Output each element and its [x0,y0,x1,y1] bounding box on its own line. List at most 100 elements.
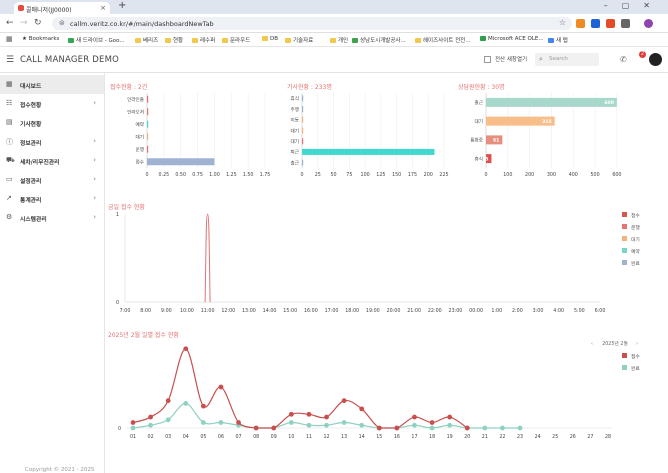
browser-tab[interactable]: 콜매니저(JJ0000) × [14,2,110,14]
sidebar-item-system[interactable]: ⚙ 시스템관리 › [0,208,104,227]
y-tick-label: 대기 [475,118,483,125]
x-tick-label: 02 [148,434,154,440]
bookmark-item[interactable]: 개인 [330,36,348,44]
series-line [132,348,468,429]
x-tick-label: 08 [253,434,259,440]
y-tick-label: 운행 [136,146,144,153]
data-point [130,420,136,425]
phone-icon[interactable]: ✆ [620,55,627,64]
x-tick-label: 75 [346,172,352,178]
bar [302,127,304,134]
sidebar-item-drivers[interactable]: ▤ 기사현황 [0,113,104,132]
window-controls[interactable]: –▢✕ [604,1,664,10]
x-tick-label: 12 [323,434,329,440]
sidebar-item-dashboard[interactable]: ▦ 대시보드 [0,75,104,94]
extension-icon[interactable] [606,19,615,28]
x-tick-label: 13:00 [242,308,256,314]
x-tick-label: 26 [570,434,576,440]
x-tick-label: 11 [306,434,312,440]
data-point [218,384,224,390]
bar [302,138,304,145]
x-tick-label: 23:00 [449,308,463,314]
bookmark-item[interactable]: 레수퍼 [192,36,215,44]
url-input[interactable]: ⊜ callm.veritz.co.kr/#/main/dashboardNew… [52,17,572,30]
x-tick-label: 0 [145,172,148,178]
avatar[interactable] [649,53,662,66]
close-tab-icon[interactable]: × [100,4,106,12]
y-tick-label: 접수 [136,159,144,166]
bookmark-item[interactable]: ★ Bookmarks [22,36,59,42]
legend-label: 접수 [631,353,640,360]
bookmark-item[interactable]: 성남도시개발공사... [352,36,406,44]
chevron-right-icon: › [93,213,96,221]
x-tick-label: 10 [288,434,294,440]
legend-label: 완료 [631,365,640,372]
data-point [200,403,206,409]
popup-checkbox[interactable] [484,56,491,63]
sidebar-item-info[interactable]: ⓘ 정보관리 › [0,132,104,151]
monthly-reception-chart: 0 01 02 03 04 05 06 07 08 09 10 11 12 13 14 15 16 17 18 19 2… [118,340,640,440]
app-title: CALL MANAGER DEMO [20,55,120,65]
bookmark-item[interactable]: 베리즈 [135,36,158,44]
sidebar-item-stats[interactable]: ↗ 통계관리 › [0,189,104,208]
x-tick-label: 1.00 [209,172,220,178]
y-tick-label: 통화중 [470,138,483,144]
data-point [359,422,365,428]
star-icon[interactable]: ☆ [559,18,566,27]
bookmark-item[interactable]: 현황 [165,36,183,44]
favicon-icon [18,5,24,11]
bar [302,106,304,113]
x-tick-label: 400 [569,172,578,178]
y-tick-label: 인라오처 [127,109,144,116]
back-icon[interactable]: ← [6,18,14,28]
x-tick-label: 21 [482,434,488,440]
sidebar-item-label: 세차/리무진관리 [20,160,60,166]
legend-label: 대기 [631,236,640,243]
apps-icon[interactable]: ▦ [6,35,13,43]
data-point [447,422,453,428]
legend-swatch [622,365,627,370]
new-tab-button[interactable]: + [118,0,126,11]
data-point [412,422,417,428]
sidebar: ▦ 대시보드 ☷ 접수현황 › ▤ 기사현황 ⓘ 정보관리 › ⛟ 세차/리무진… [0,73,105,473]
x-tick-label: 25 [552,434,558,440]
x-tick-label: 16 [394,434,400,440]
data-point [306,411,312,417]
x-tick-label: 5:00 [574,308,585,314]
bookmark-item[interactable]: Microsoft ACE OLE... [480,36,544,42]
car-icon: ⛟ [6,156,15,164]
sidebar-item-settings[interactable]: ▭ 설정관리 › [0,170,104,189]
x-tick-label: 9:00 [161,308,172,314]
x-tick-label: 3:00 [533,308,544,314]
legend-label: 운행 [631,224,640,231]
sidebar-item-reception[interactable]: ☷ 접수현황 › [0,94,104,113]
bookmark-item[interactable]: 새 드라이브 - Goo... [68,36,125,44]
y-tick-label: 휴식 [291,95,299,102]
extension-icon[interactable] [576,19,585,28]
chevron-right-icon: › [93,175,96,183]
data-point [200,420,206,425]
reload-icon[interactable]: ↻ [34,18,42,28]
menu-toggle-icon[interactable]: ☰ [6,55,14,65]
bookmark-item[interactable]: 문라우드 [222,36,250,44]
search-input[interactable]: ⌕ Search [535,53,599,66]
notification-badge[interactable]: 2 [639,51,646,58]
x-tick-label: 2:00 [512,308,523,314]
extensions-puzzle-icon[interactable] [621,19,630,28]
bookmark-item[interactable]: DB [262,36,278,42]
url-text: callm.veritz.co.kr/#/main/dashboardNewTa… [70,20,214,28]
search-placeholder: Search [549,56,568,62]
profile-icon[interactable] [644,19,653,28]
sidebar-item-carwash[interactable]: ⛟ 세차/리무진관리 › [0,151,104,170]
bookmark-item[interactable]: 헤이즈사이트 전전... [415,36,470,44]
data-point [130,425,136,431]
extension-icon[interactable] [591,19,600,28]
bookmark-item[interactable]: 새 탭 [548,36,568,44]
driver-status-chart: 0 25 50 75 100 125 150 175 200 225휴식주행이동대기대기퇴근출근 [291,93,449,178]
y-tick-label: 이동 [291,117,299,124]
bookmark-item[interactable]: 기술자료 [285,36,313,44]
site-info-icon[interactable]: ⊜ [59,19,65,27]
data-point [324,414,329,420]
forward-icon[interactable]: → [20,18,28,28]
search-icon: ⌕ [539,55,543,63]
